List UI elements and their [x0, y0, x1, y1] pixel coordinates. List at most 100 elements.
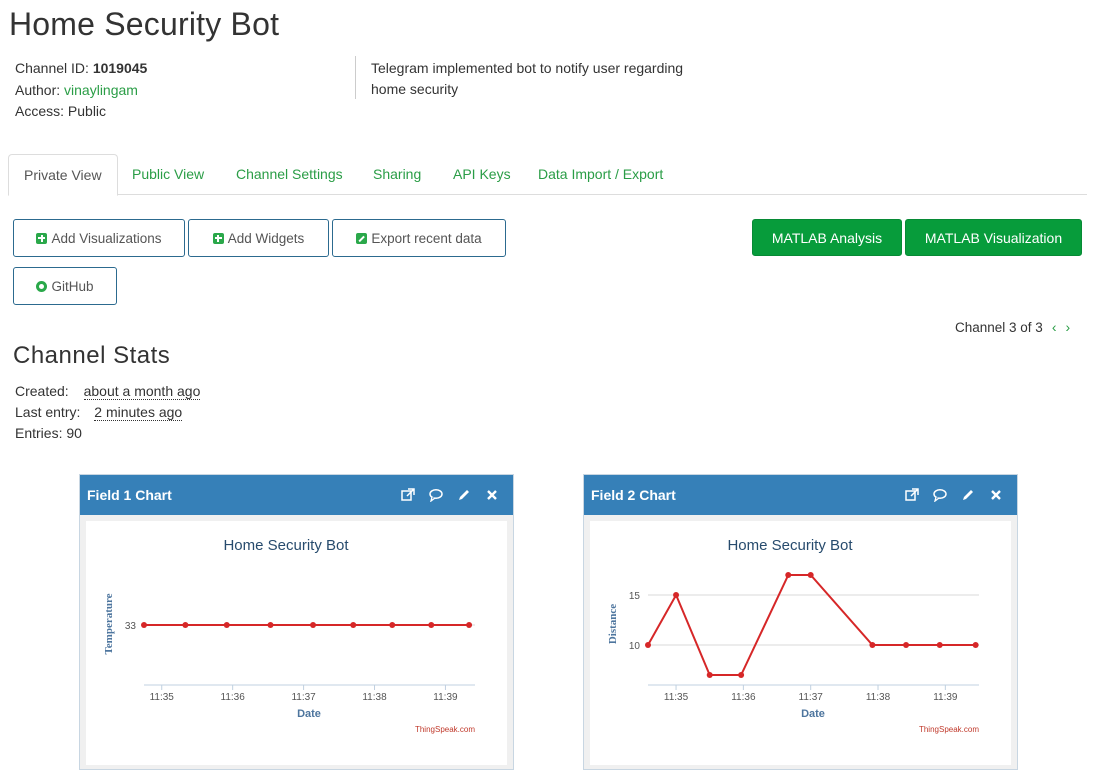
x-tick-label: 11:36 — [221, 692, 246, 703]
data-point — [182, 622, 189, 628]
data-point — [645, 642, 651, 648]
comment-icon[interactable] — [933, 488, 947, 502]
chart-container: Home Security Bot 10 15 11:35 11:36 11:37 11:3… — [590, 521, 1011, 765]
data-point — [673, 592, 680, 598]
x-tick-label: 11:37 — [799, 692, 824, 703]
chevron-right-icon[interactable]: › — [1066, 319, 1071, 335]
field-2-chart: Home Security Bot 10 15 11:35 11:36 11:37 11:3… — [607, 537, 979, 734]
popout-icon[interactable] — [905, 488, 919, 502]
page-title: Home Security Bot — [9, 6, 280, 42]
channel-stats-title: Channel Stats — [13, 342, 171, 369]
add-visualizations-label: Add Visualizations — [51, 230, 162, 246]
last-entry-label: Last entry: — [15, 404, 81, 420]
data-point — [389, 622, 396, 628]
x-tick-label: 11:38 — [362, 692, 387, 703]
panel-title: Field 2 Chart — [591, 487, 676, 503]
x-tick-label: 11:35 — [664, 692, 689, 703]
author-label: Author: — [15, 81, 61, 98]
channel-id-value: 1019045 — [92, 60, 148, 76]
data-point — [350, 622, 357, 628]
plus-icon — [36, 232, 48, 244]
x-tick-label: 11:37 — [291, 692, 316, 703]
x-axis-label: Date — [801, 708, 825, 720]
x-tick-label: 11:35 — [150, 692, 175, 703]
close-icon[interactable] — [485, 488, 499, 502]
y-tick-label: 33 — [125, 621, 137, 632]
x-axis-label: Date — [297, 708, 321, 720]
github-button[interactable]: GitHub — [13, 267, 117, 305]
popout-icon[interactable] — [401, 488, 415, 502]
plus-icon — [212, 232, 224, 244]
add-widgets-button[interactable]: Add Widgets — [188, 219, 329, 257]
data-point — [869, 642, 876, 648]
panel-actions — [401, 475, 499, 515]
tab-sharing[interactable]: Sharing — [373, 154, 421, 195]
channel-pager: Channel 3 of 3 ‹ › — [955, 319, 1070, 335]
chart-title: Home Security Bot — [223, 537, 349, 554]
author-link[interactable]: vinaylingam — [64, 82, 138, 98]
panel-header: Field 1 Chart — [80, 475, 513, 515]
x-tick-label: 11:39 — [933, 692, 958, 703]
data-point — [466, 622, 473, 628]
tab-api-keys[interactable]: API Keys — [453, 154, 511, 195]
chart-credit: ThingSpeak.com — [415, 725, 475, 734]
data-point — [141, 622, 147, 628]
export-recent-data-button[interactable]: Export recent data — [332, 219, 506, 257]
x-tick-label: 11:36 — [731, 692, 756, 703]
data-point — [310, 622, 317, 628]
data-point — [785, 572, 792, 578]
chart-container: Home Security Bot 33 11:35 11:36 11:37 11:38 1… — [86, 521, 507, 765]
data-point — [972, 642, 979, 648]
data-point — [428, 622, 435, 628]
tab-channel-settings[interactable]: Channel Settings — [236, 154, 343, 195]
github-icon — [36, 280, 48, 292]
author-row: Author: vinaylingam — [15, 80, 147, 102]
data-point — [738, 672, 745, 678]
x-tick-label: 11:39 — [433, 692, 458, 703]
comment-icon[interactable] — [429, 488, 443, 502]
add-widgets-label: Add Widgets — [227, 230, 305, 246]
export-recent-data-label: Export recent data — [371, 230, 482, 246]
field-2-chart-panel: Field 2 Chart Home Security Bot 10 15 11:35… — [583, 474, 1018, 770]
pager-text: Channel 3 of 3 — [955, 319, 1043, 335]
meta-divider — [355, 56, 356, 99]
pencil-icon[interactable] — [961, 488, 975, 502]
entries-label: Entries: — [15, 425, 63, 441]
data-point — [936, 642, 943, 648]
data-point — [807, 572, 814, 578]
chevron-left-icon[interactable]: ‹ — [1052, 319, 1057, 335]
data-point — [706, 672, 713, 678]
data-point — [903, 642, 910, 648]
access-value: Public — [67, 103, 107, 119]
data-point — [223, 622, 230, 628]
y-axis-label: Temperature — [103, 593, 115, 654]
tab-bar: Private View Public View Channel Setting… — [8, 154, 1087, 196]
export-icon — [356, 232, 368, 244]
pencil-icon[interactable] — [457, 488, 471, 502]
add-visualizations-button[interactable]: Add Visualizations — [13, 219, 185, 257]
field-1-chart-panel: Field 1 Chart Home Security Bot 33 11:35 11… — [79, 474, 514, 770]
entries-row: Entries: 90 — [15, 425, 82, 441]
panel-header: Field 2 Chart — [584, 475, 1017, 515]
last-entry-row: Last entry: 2 minutes ago — [15, 404, 183, 421]
tab-public-view[interactable]: Public View — [132, 154, 204, 195]
created-row: Created: about a month ago — [15, 383, 201, 400]
tab-data-import-export[interactable]: Data Import / Export — [538, 154, 663, 195]
access-row: Access: Public — [15, 101, 147, 123]
field-1-chart: Home Security Bot 33 11:35 11:36 11:37 11:38 1… — [103, 537, 475, 734]
last-entry-value: 2 minutes ago — [94, 404, 183, 421]
channel-meta: Channel ID: 1019045 Author: vinaylingam … — [15, 58, 147, 123]
created-value: about a month ago — [83, 383, 201, 400]
created-label: Created: — [15, 383, 69, 399]
series-line — [647, 574, 976, 676]
tab-private-view[interactable]: Private View — [8, 154, 118, 196]
close-icon[interactable] — [989, 488, 1003, 502]
matlab-analysis-button[interactable]: MATLAB Analysis — [752, 219, 902, 256]
channel-id-row: Channel ID: 1019045 — [15, 58, 147, 80]
y-tick-label: 10 — [629, 641, 641, 652]
matlab-visualization-button[interactable]: MATLAB Visualization — [905, 219, 1082, 256]
y-axis-label: Distance — [607, 604, 619, 644]
access-label: Access: — [15, 103, 65, 119]
x-tick-label: 11:38 — [866, 692, 891, 703]
panel-title: Field 1 Chart — [87, 487, 172, 503]
